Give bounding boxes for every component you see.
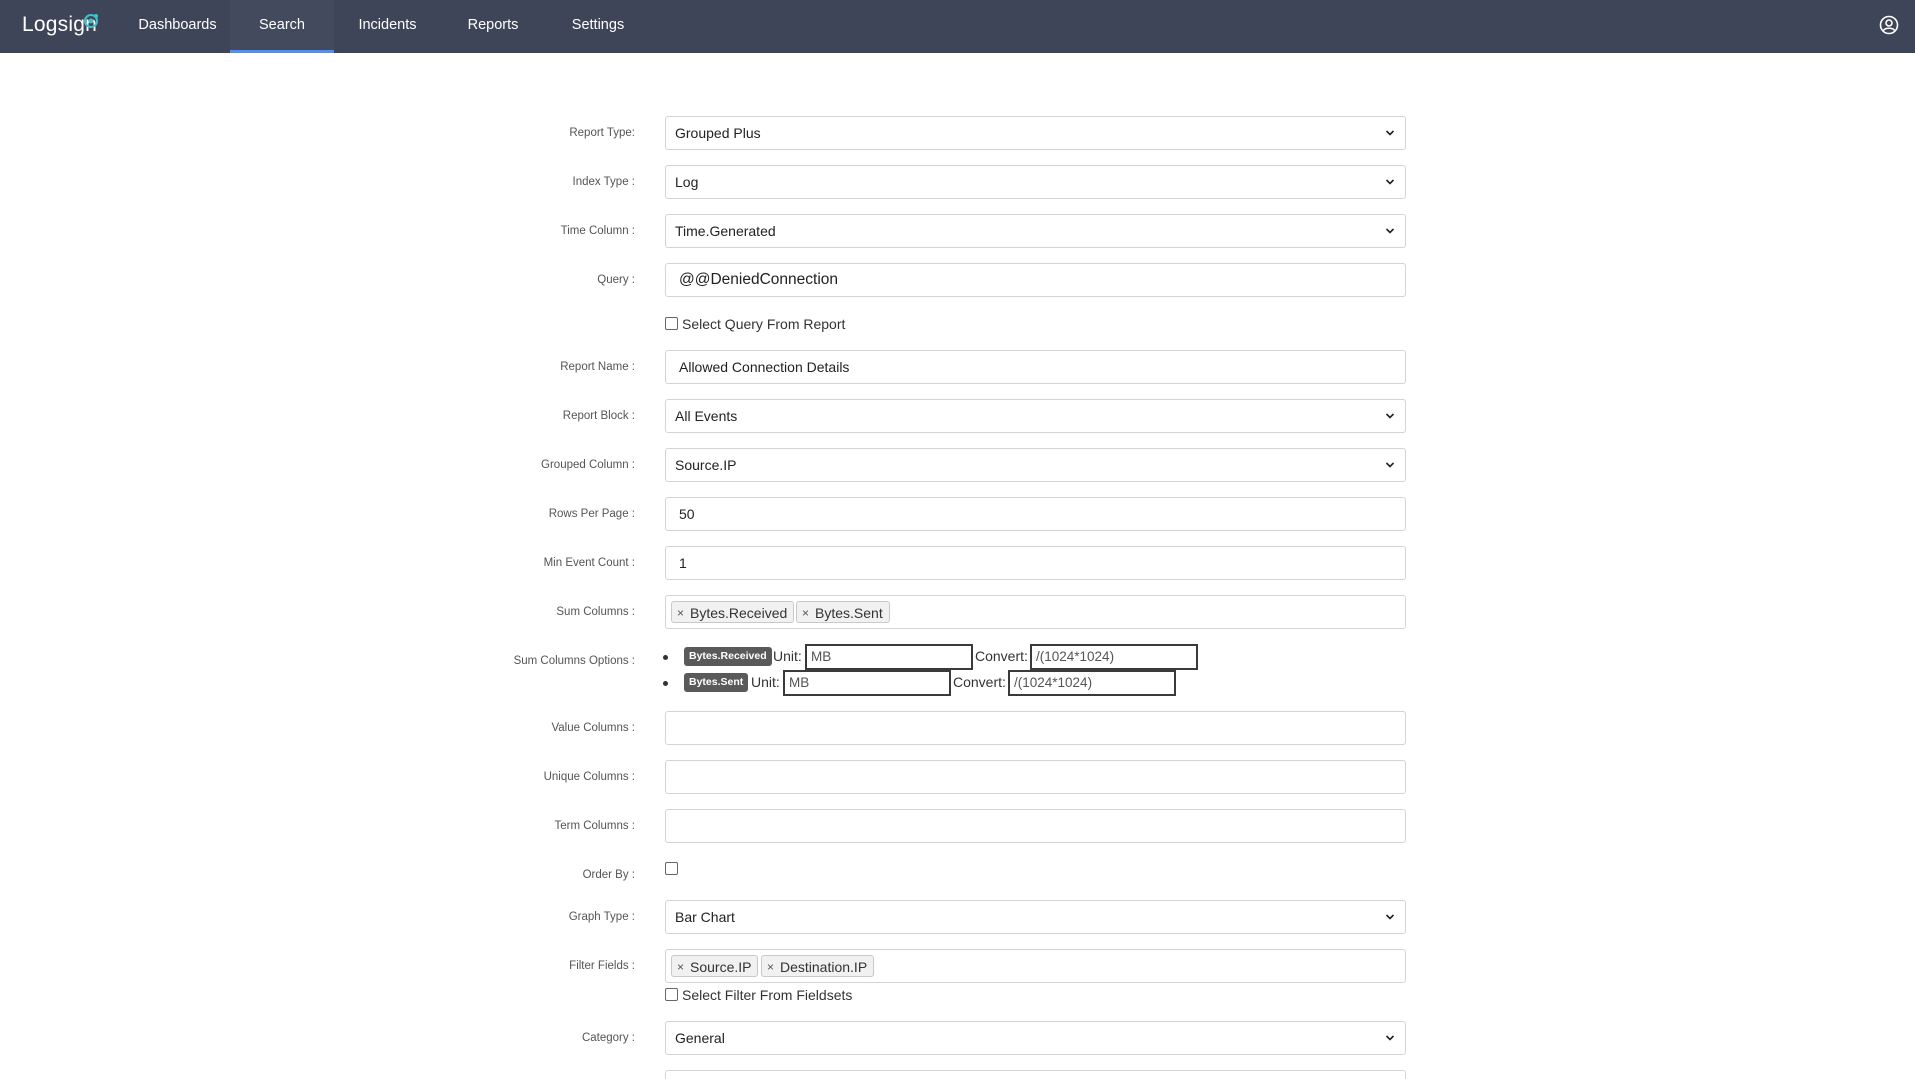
chevron-down-icon (1385, 228, 1395, 234)
time-column-label: Time Column : (560, 225, 635, 237)
sum-columns-multiselect[interactable]: × Bytes.Received × Bytes.Sent (665, 595, 1406, 629)
rows-per-page-input[interactable]: 50 (665, 497, 1406, 531)
remove-tag-icon[interactable]: × (677, 602, 684, 624)
report-block-select[interactable]: All Events (665, 399, 1406, 433)
bullet (663, 681, 668, 686)
grouped-column-label: Grouped Column : (541, 459, 635, 471)
time-column-select[interactable]: Time.Generated (665, 214, 1406, 248)
term-columns-input[interactable] (665, 809, 1406, 843)
nav-settings[interactable]: Settings (553, 0, 643, 53)
top-navbar: Logsign Dashboards Search Incidents Repo… (0, 0, 1915, 53)
min-event-count-value: 1 (679, 555, 687, 571)
select-query-from-report-checkbox[interactable] (665, 317, 678, 330)
min-event-count-label: Min Event Count : (543, 557, 635, 569)
nav-search[interactable]: Search (230, 0, 334, 53)
index-type-select[interactable]: Log (665, 165, 1406, 199)
term-columns-label: Term Columns : (554, 820, 635, 832)
query-input[interactable]: @@DeniedConnection (665, 263, 1406, 297)
sum-option-name-badge: Bytes.Sent (684, 673, 749, 692)
rows-per-page-value: 50 (679, 506, 695, 522)
chevron-down-icon (1385, 462, 1395, 468)
value-columns-label: Value Columns : (551, 722, 635, 734)
min-event-count-input[interactable]: 1 (665, 546, 1406, 580)
select-query-from-report-label: Select Query From Report (682, 316, 846, 332)
remove-tag-icon[interactable]: × (767, 956, 774, 978)
filter-field-tag-label: Source.IP (690, 959, 752, 975)
sum-column-tag-label: Bytes.Received (690, 605, 788, 621)
filter-field-tag: × Destination.IP (761, 955, 875, 978)
filter-field-tag: × Source.IP (671, 955, 759, 978)
graph-type-value: Bar Chart (675, 909, 735, 925)
order-by-label: Order By : (582, 869, 635, 881)
category-value: General (675, 1030, 725, 1046)
chevron-down-icon (1385, 1035, 1395, 1041)
convert-input[interactable]: /(1024*1024) (1008, 670, 1176, 696)
next-field-partial[interactable] (665, 1070, 1406, 1079)
index-type-value: Log (675, 174, 699, 190)
report-block-value: All Events (675, 408, 738, 424)
filter-field-tag-label: Destination.IP (780, 959, 868, 975)
report-name-value: Allowed Connection Details (679, 359, 850, 375)
chevron-down-icon (1385, 914, 1395, 920)
unit-label: Unit: (751, 674, 780, 690)
order-by-checkbox[interactable] (665, 862, 678, 875)
category-label: Category : (581, 1032, 635, 1044)
sum-columns-options-label: Sum Columns Options : (513, 655, 635, 667)
filter-fields-multiselect[interactable]: × Source.IP × Destination.IP (665, 949, 1406, 983)
sum-column-tag: × Bytes.Received (671, 601, 795, 624)
report-type-label: Report Type: (569, 127, 635, 139)
logo-icon (84, 14, 98, 28)
sum-column-tag: × Bytes.Sent (796, 601, 890, 623)
category-select[interactable]: General (665, 1021, 1406, 1055)
bullet (663, 655, 668, 660)
report-name-label: Report Name : (560, 361, 635, 373)
grouped-column-select[interactable]: Source.IP (665, 448, 1406, 482)
convert-input[interactable]: /(1024*1024) (1030, 644, 1198, 670)
select-filter-from-fieldsets-label: Select Filter From Fieldsets (682, 987, 853, 1003)
unique-columns-label: Unique Columns : (543, 771, 635, 783)
nav-reports[interactable]: Reports (449, 0, 537, 53)
chevron-down-icon (1385, 179, 1395, 185)
time-column-value: Time.Generated (675, 223, 776, 239)
query-label: Query : (597, 274, 635, 286)
sum-columns-label: Sum Columns : (556, 606, 635, 618)
chevron-down-icon (1385, 130, 1395, 136)
grouped-column-value: Source.IP (675, 457, 737, 473)
user-circle-icon[interactable] (1879, 15, 1899, 35)
report-name-input[interactable]: Allowed Connection Details (665, 350, 1406, 384)
value-columns-input[interactable] (665, 711, 1406, 745)
sum-option-name-badge: Bytes.Received (684, 647, 772, 666)
report-type-value: Grouped Plus (675, 125, 761, 141)
unit-input[interactable]: MB (783, 670, 951, 696)
remove-tag-icon[interactable]: × (677, 956, 684, 978)
rows-per-page-label: Rows Per Page : (548, 508, 635, 520)
convert-label: Convert: (975, 648, 1028, 664)
query-value: @@DeniedConnection (679, 271, 839, 288)
chevron-down-icon (1385, 413, 1395, 419)
remove-tag-icon[interactable]: × (802, 602, 809, 624)
select-filter-from-fieldsets-checkbox[interactable] (665, 988, 678, 1001)
nav-dashboards[interactable]: Dashboards (129, 0, 226, 53)
nav-incidents[interactable]: Incidents (340, 0, 435, 53)
unique-columns-input[interactable] (665, 760, 1406, 794)
report-block-label: Report Block : (562, 410, 635, 422)
graph-type-label: Graph Type : (568, 911, 635, 923)
filter-fields-label: Filter Fields : (569, 960, 635, 972)
index-type-label: Index Type : (572, 176, 635, 188)
unit-input[interactable]: MB (805, 644, 973, 670)
graph-type-select[interactable]: Bar Chart (665, 900, 1406, 934)
convert-label: Convert: (953, 674, 1006, 690)
report-type-select[interactable]: Grouped Plus (665, 116, 1406, 150)
unit-label: Unit: (773, 648, 802, 664)
sum-column-tag-label: Bytes.Sent (815, 605, 883, 621)
